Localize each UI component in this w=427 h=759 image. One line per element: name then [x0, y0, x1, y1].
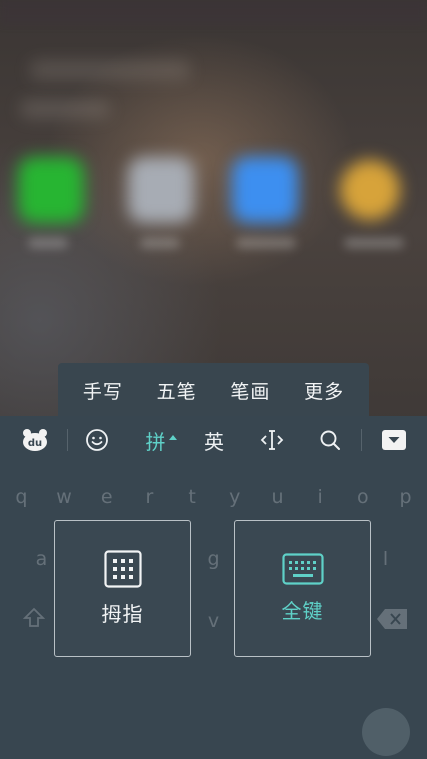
key: r — [145, 486, 154, 508]
keyboard-toolbar: du 拼 英 — [0, 416, 427, 464]
english-label: 英 — [204, 429, 224, 454]
blurred-app-label — [28, 238, 68, 248]
blurred-app-label — [140, 238, 180, 248]
thumb-layout-label: 拇指 — [101, 602, 144, 626]
hide-keyboard-button[interactable] — [372, 416, 416, 464]
key: e — [100, 486, 113, 508]
blurred-app-icon — [232, 157, 298, 223]
enter-key — [362, 708, 410, 756]
toolbar-divider — [67, 429, 68, 451]
key: p — [399, 486, 412, 508]
key: u — [271, 486, 284, 508]
pinyin-mode-button[interactable]: 拼 — [140, 416, 182, 464]
status-bar — [0, 0, 427, 24]
key: o — [357, 486, 369, 508]
logo-button[interactable]: du — [10, 416, 60, 464]
search-icon — [320, 430, 340, 450]
key-row-1: q w e r t y u i o p — [0, 486, 427, 508]
shift-icon — [22, 607, 46, 627]
full-keyboard-icon — [281, 553, 324, 585]
mode-item-stroke[interactable]: 笔画 — [230, 377, 270, 404]
key: l — [382, 548, 389, 570]
mode-item-wubi[interactable]: 五笔 — [157, 377, 197, 404]
blurred-app-icon — [340, 160, 400, 220]
blurred-app-label — [236, 238, 296, 248]
key: i — [317, 486, 323, 508]
full-keyboard-label: 全键 — [281, 599, 324, 623]
thumb-layout-option[interactable]: 拇指 — [54, 520, 191, 657]
backspace-icon — [377, 609, 407, 629]
blurred-widget — [30, 60, 190, 80]
full-keyboard-layout-option[interactable]: 全键 — [234, 520, 371, 657]
du-bear-logo-icon: du — [23, 429, 47, 451]
nine-grid-keypad-icon — [103, 550, 142, 588]
input-mode-menu: 手写 五笔 笔画 更多 — [58, 363, 369, 417]
mode-item-more[interactable]: 更多 — [304, 377, 344, 404]
pinyin-label: 拼 — [145, 429, 166, 454]
blurred-app-icon — [18, 157, 84, 223]
mode-item-handwriting[interactable]: 手写 — [83, 377, 123, 404]
key: v — [207, 610, 220, 632]
blurred-app-icon — [128, 157, 194, 223]
caret-up-icon — [168, 434, 177, 440]
toolbar-divider — [361, 429, 362, 451]
smiley-icon — [86, 429, 108, 451]
key: g — [207, 548, 220, 570]
svg-text:du: du — [28, 438, 42, 449]
search-button[interactable] — [310, 416, 350, 464]
english-mode-button[interactable]: 英 — [196, 416, 232, 464]
key: w — [56, 486, 72, 508]
key: y — [229, 486, 241, 508]
key: q — [15, 486, 28, 508]
blurred-widget — [20, 100, 110, 118]
input-keyboard: du 拼 英 q w e r t y u i o p a g l v 拇指 全键 — [0, 416, 427, 759]
keyboard-hide-icon — [382, 430, 406, 450]
blurred-app-label — [344, 238, 404, 248]
emoji-button[interactable] — [74, 416, 120, 464]
text-cursor-icon — [260, 430, 284, 450]
key: t — [188, 486, 196, 508]
cursor-control-button[interactable] — [252, 416, 292, 464]
